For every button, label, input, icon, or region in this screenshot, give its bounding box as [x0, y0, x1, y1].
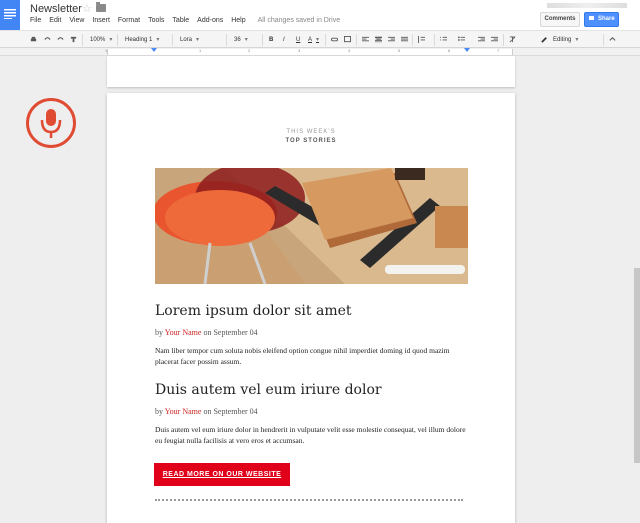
menu-file[interactable]: File	[30, 17, 41, 24]
toolbar-divider	[172, 34, 173, 46]
ruler-number: 7	[497, 48, 500, 53]
ruler-number: 1	[199, 48, 202, 53]
decrease-indent-icon[interactable]	[478, 36, 485, 43]
comment-icon[interactable]	[344, 36, 351, 43]
article-byline: by Your Name on September 04	[155, 407, 258, 416]
share-button[interactable]: Share	[584, 12, 619, 27]
font-select[interactable]: Lora	[180, 34, 199, 46]
previous-page	[107, 56, 515, 87]
increase-indent-icon[interactable]	[491, 36, 498, 43]
star-icon[interactable]: ☆	[82, 2, 92, 15]
document-page[interactable]: THIS WEEK'S TOP STORIES Lorem ipsum dolo…	[107, 93, 515, 523]
align-center-icon[interactable]	[375, 36, 382, 43]
justify-icon[interactable]	[401, 36, 408, 43]
menu-format[interactable]: Format	[118, 17, 140, 24]
menu-help[interactable]: Help	[231, 17, 245, 24]
menu-edit[interactable]: Edit	[49, 17, 61, 24]
redo-icon[interactable]	[57, 36, 64, 43]
text-color-button[interactable]: A	[308, 34, 319, 46]
account-name-blurred	[547, 3, 627, 8]
toolbar-divider	[325, 34, 326, 46]
ruler-number: 6	[448, 48, 451, 53]
ruler-number: 3	[298, 48, 301, 53]
menu-tools[interactable]: Tools	[148, 17, 164, 24]
print-icon[interactable]	[30, 36, 37, 43]
undo-icon[interactable]	[44, 36, 51, 43]
ruler-number: 1	[105, 48, 108, 53]
toolbar-divider	[412, 34, 413, 46]
align-right-icon[interactable]	[388, 36, 395, 43]
article-title[interactable]: Lorem ipsum dolor sit amet	[155, 303, 352, 319]
article-title[interactable]: Duis autem vel eum iriure dolor	[155, 382, 382, 398]
ruler-number: 4	[348, 48, 351, 53]
article-date: on September 04	[203, 407, 258, 416]
lock-icon	[589, 16, 594, 21]
article-body[interactable]: Nam liber tempor cum soluta nobis eleife…	[155, 345, 470, 367]
paint-format-icon[interactable]	[70, 36, 77, 43]
microphone-icon[interactable]	[26, 98, 76, 148]
zoom-select[interactable]: 100%	[90, 34, 112, 46]
ruler-number: 2	[248, 48, 251, 53]
article-body[interactable]: Duis autem vel eum iriure dolor in hendr…	[155, 424, 470, 446]
docs-logo-icon[interactable]	[0, 0, 20, 30]
read-more-button[interactable]: READ MORE ON OUR WEBSITE	[154, 463, 290, 486]
author-link[interactable]: Your Name	[165, 407, 202, 416]
article-byline: by Your Name on September 04	[155, 328, 258, 337]
byline-prefix: by	[155, 407, 163, 416]
kicker-line: THIS WEEK'S	[286, 129, 336, 135]
kicker-heading: TOP STORIES	[285, 138, 337, 144]
editing-mode-select[interactable]: Editing	[553, 34, 578, 46]
toolbar-divider	[434, 34, 435, 46]
menu-table[interactable]: Table	[172, 17, 189, 24]
line-spacing-icon[interactable]	[418, 36, 425, 43]
hero-image[interactable]	[155, 168, 468, 284]
author-link[interactable]: Your Name	[165, 328, 202, 337]
save-status[interactable]: All changes saved in Drive	[258, 17, 341, 24]
clear-formatting-icon[interactable]	[509, 36, 516, 43]
toolbar-divider	[262, 34, 263, 46]
article-date: on September 04	[203, 328, 258, 337]
bulleted-list-icon[interactable]	[458, 36, 465, 43]
share-label: Share	[598, 16, 615, 22]
underline-button[interactable]: U	[296, 34, 300, 46]
numbered-list-icon[interactable]	[440, 36, 447, 43]
ruler-number: 5	[398, 48, 401, 53]
document-title[interactable]: Newsletter	[30, 3, 82, 15]
toolbar-divider	[503, 34, 504, 46]
menu-bar: File Edit View Insert Format Tools Table…	[30, 17, 348, 24]
menu-addons[interactable]: Add-ons	[197, 17, 223, 24]
link-icon[interactable]	[331, 36, 338, 43]
font-size-select[interactable]: 36	[234, 34, 248, 46]
formatting-toolbar: 100% Heading 1 Lora 36 B I U A Editing	[0, 30, 640, 48]
toolbar-divider	[356, 34, 357, 46]
folder-icon[interactable]	[96, 2, 106, 12]
ruler-track	[107, 49, 513, 55]
style-select[interactable]: Heading 1	[125, 34, 159, 46]
title-bar: Newsletter ☆ File Edit View Insert Forma…	[0, 0, 640, 30]
toolbar-divider	[226, 34, 227, 46]
pencil-icon	[541, 37, 547, 43]
toolbar-divider	[82, 34, 83, 46]
align-left-icon[interactable]	[362, 36, 369, 43]
comments-button[interactable]: Comments	[540, 12, 580, 27]
byline-prefix: by	[155, 328, 163, 337]
ruler[interactable]: 1 1 2 3 4 5 6 7	[0, 48, 640, 56]
divider	[155, 499, 463, 501]
italic-button[interactable]: I	[283, 34, 285, 46]
collapse-icon[interactable]	[609, 36, 616, 43]
toolbar-divider	[603, 34, 604, 46]
right-indent-marker[interactable]	[464, 48, 470, 52]
left-indent-marker[interactable]	[151, 48, 157, 52]
menu-insert[interactable]: Insert	[92, 17, 110, 24]
bold-button[interactable]: B	[269, 34, 273, 46]
scrollbar[interactable]	[634, 268, 640, 463]
toolbar-divider	[117, 34, 118, 46]
menu-view[interactable]: View	[69, 17, 84, 24]
